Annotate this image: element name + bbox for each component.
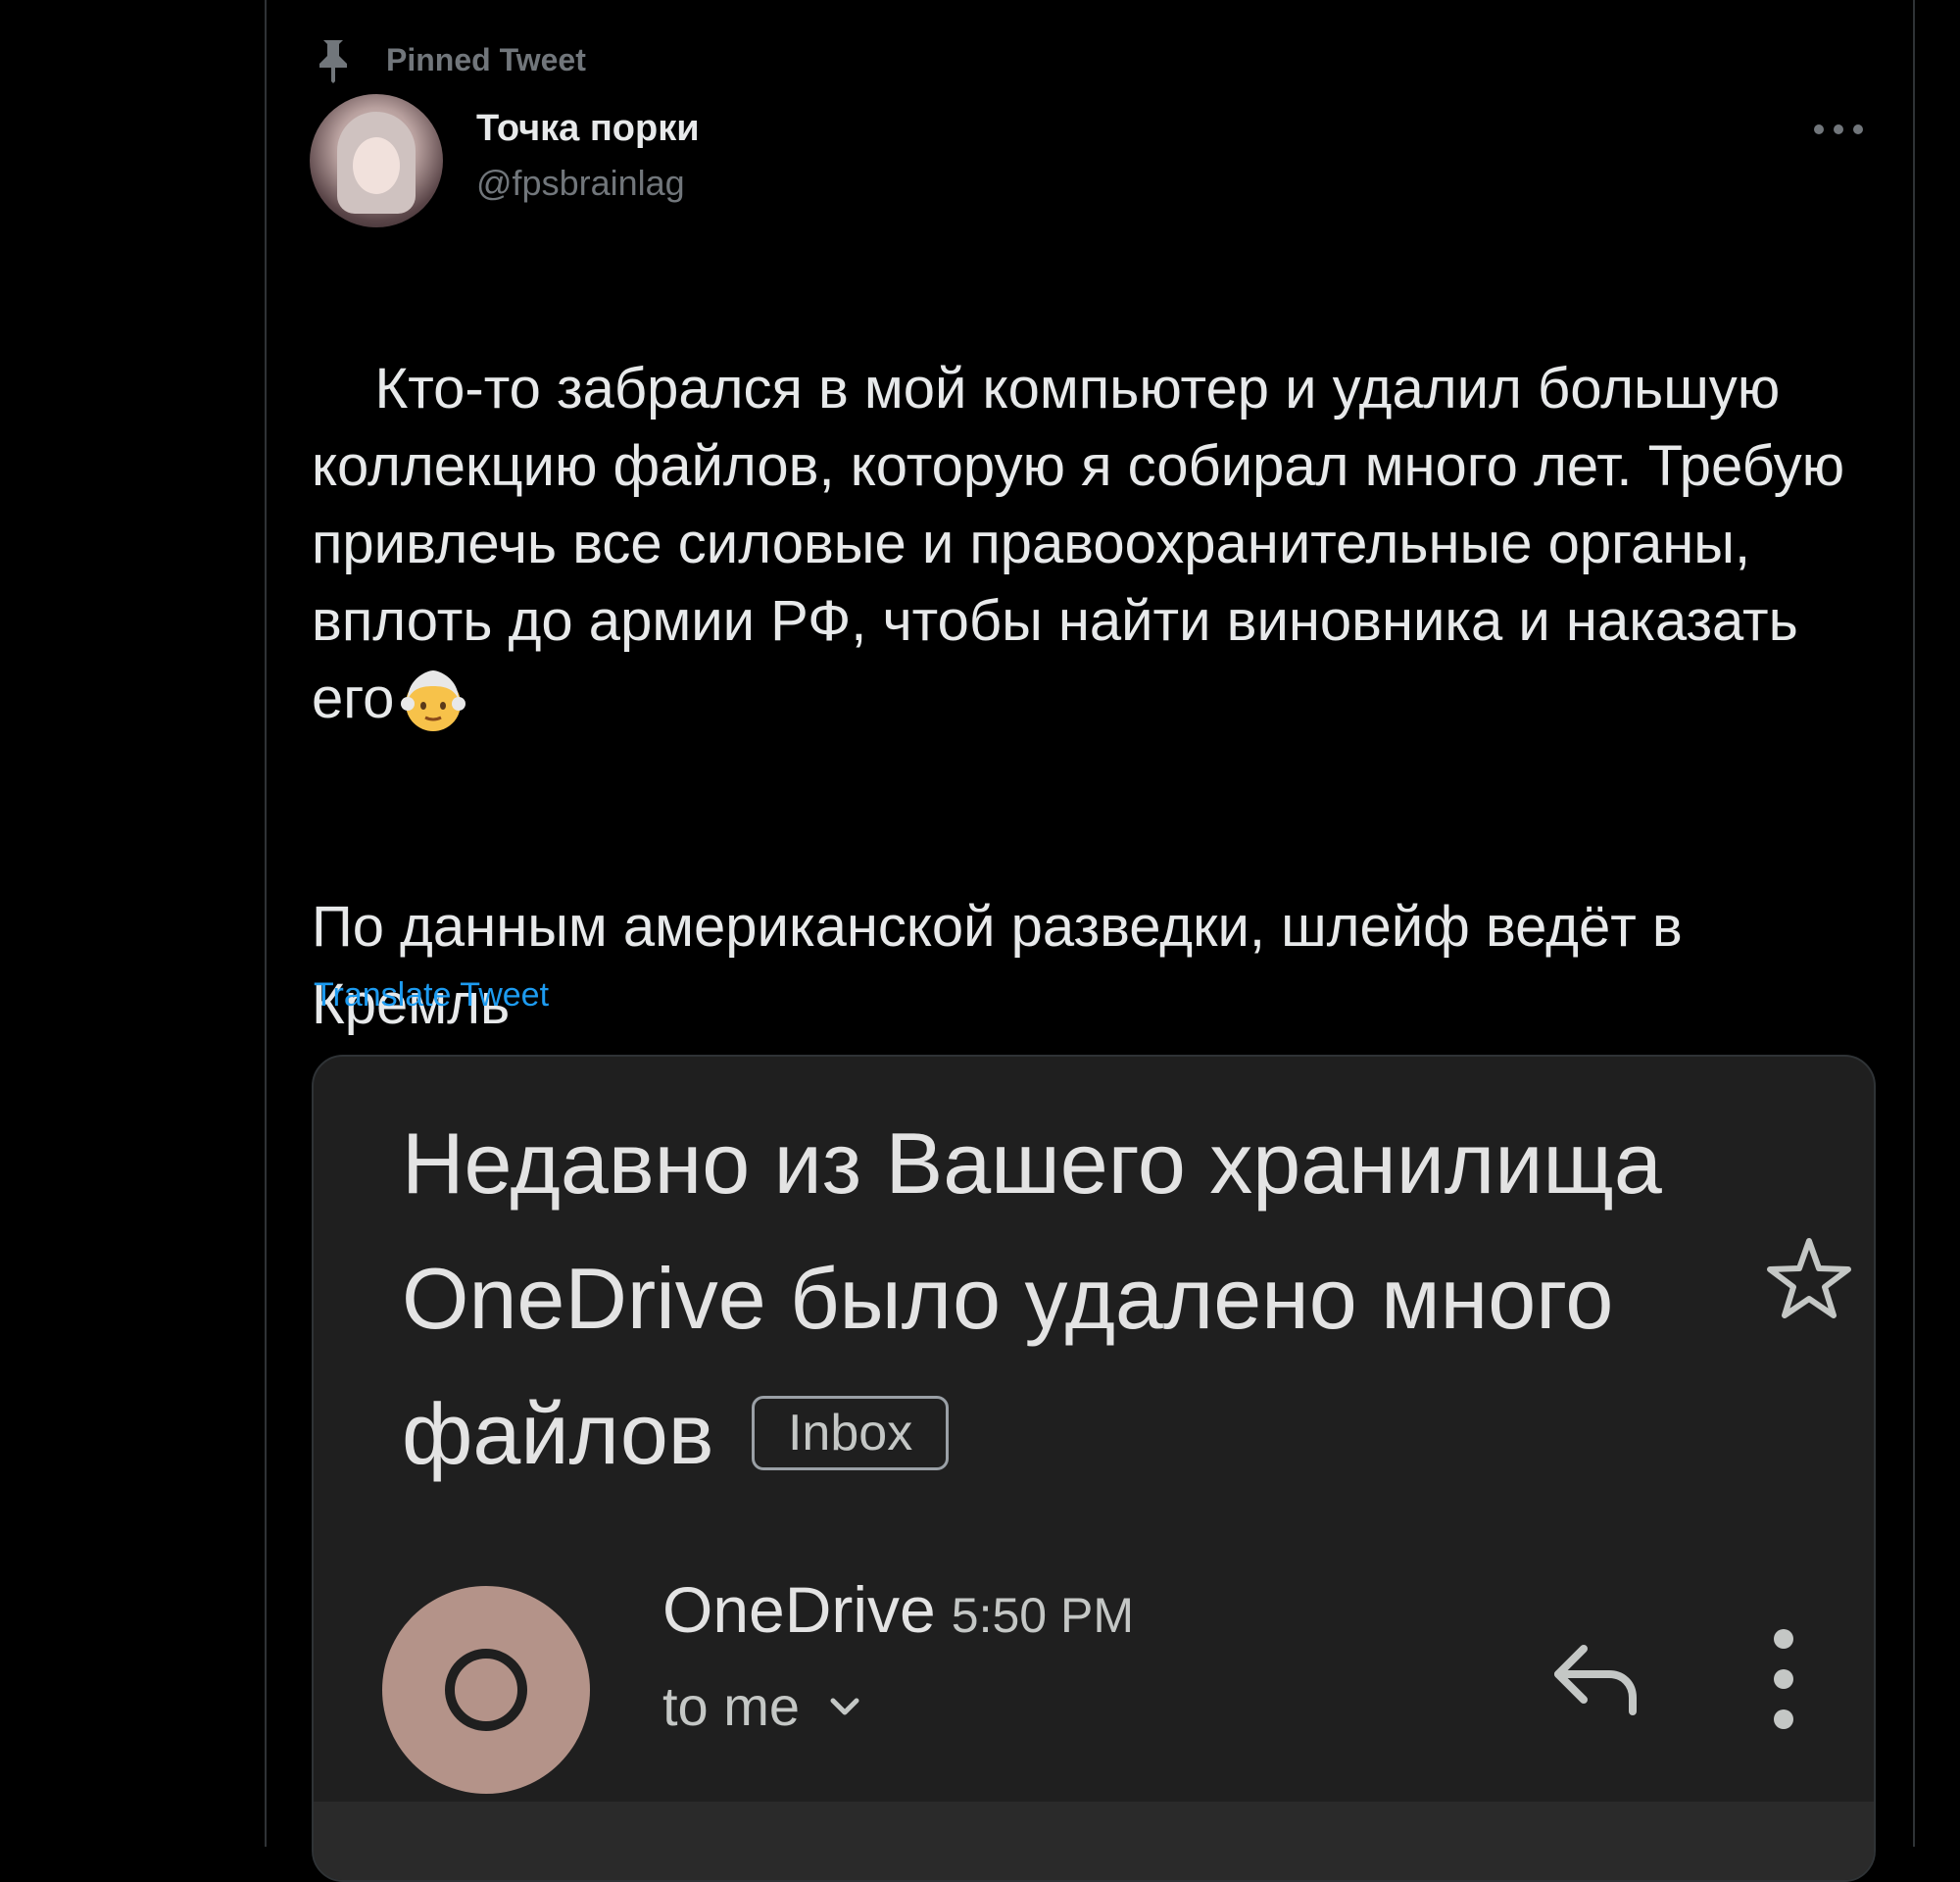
star-icon — [1767, 1238, 1851, 1318]
more-vertical-icon — [1774, 1629, 1793, 1729]
sender-name: OneDrive — [662, 1573, 936, 1646]
pinned-label: Pinned Tweet — [386, 41, 586, 77]
tweet-paragraph-2: По данным американской разведки, шлейф в… — [312, 895, 1698, 1036]
timeline-column: Pinned Tweet Точка порки @fpsbrainlag Кт… — [265, 0, 1915, 1882]
author-display-name[interactable]: Точка порки — [476, 108, 700, 150]
email-subject: Недавно из Вашего хранилища OneDrive был… — [402, 1096, 1676, 1502]
tweet-media-image[interactable]: Недавно из Вашего хранилища OneDrive был… — [312, 1055, 1876, 1882]
author-avatar[interactable] — [310, 94, 443, 227]
pinned-indicator: Pinned Tweet — [316, 35, 586, 84]
sender-avatar — [382, 1586, 590, 1794]
email-body-strip — [314, 1802, 1874, 1880]
sender-line: OneDrive 5:50 PM — [662, 1572, 1134, 1647]
translate-tweet-link[interactable]: Translate Tweet — [314, 976, 549, 1015]
more-horizontal-icon[interactable] — [1811, 110, 1866, 149]
tweet-paragraph-1: Кто-то забрался в мой компьютер и удалил… — [312, 357, 1861, 730]
inbox-label-badge: Inbox — [751, 1396, 950, 1470]
email-subject-text: Недавно из Вашего хранилища OneDrive был… — [402, 1114, 1662, 1482]
author-handle[interactable]: @fpsbrainlag — [476, 163, 685, 204]
older-person-emoji — [401, 670, 466, 731]
sender-avatar-initial — [445, 1649, 527, 1731]
reply-icon — [1554, 1645, 1637, 1715]
recipient-line: to me — [662, 1674, 868, 1738]
avatar-face — [353, 137, 400, 194]
pin-icon — [319, 40, 347, 83]
chevron-down-icon — [830, 1698, 859, 1714]
recipient-text: to me — [662, 1675, 801, 1737]
email-time: 5:50 PM — [951, 1588, 1134, 1643]
